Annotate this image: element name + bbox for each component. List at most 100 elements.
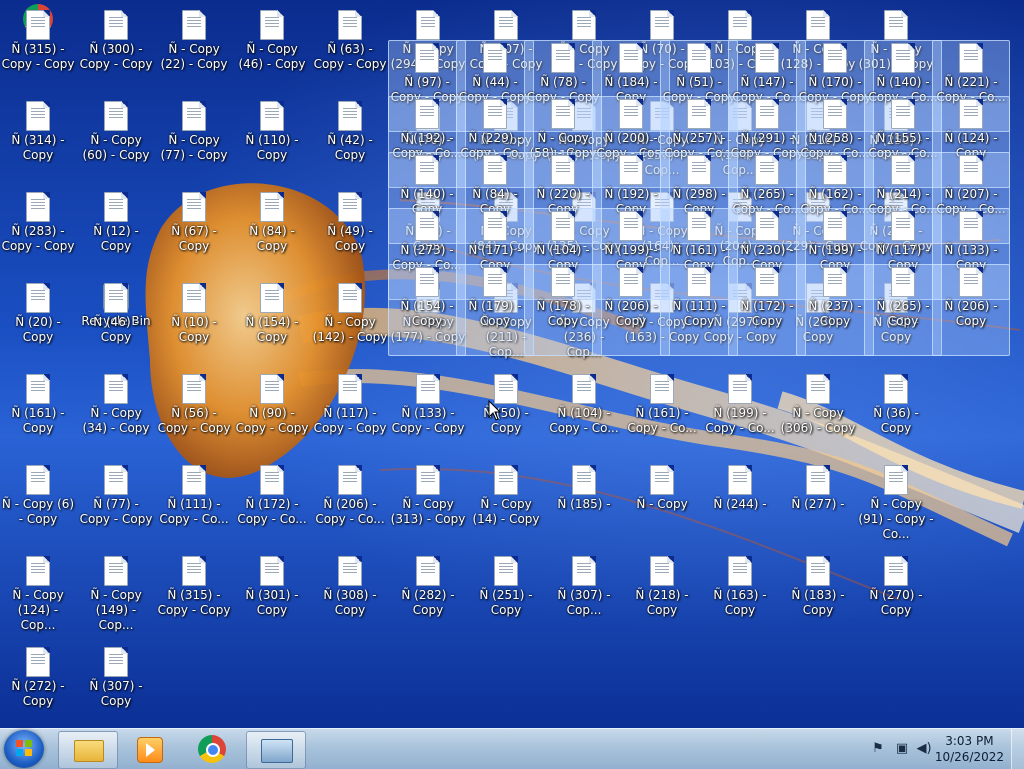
file-icon[interactable]: Ñ (42) - Copy [312, 99, 388, 189]
file-icon[interactable]: Ñ (301) - Copy [234, 554, 310, 644]
file-icon[interactable]: Ñ (56) - Copy - Copy [156, 372, 232, 462]
file-icon[interactable]: Ñ (199) - Copy - Co... [702, 372, 778, 462]
text-file-icon [104, 647, 128, 677]
file-icon[interactable]: Ñ (154) - Copy [234, 281, 310, 371]
file-icon[interactable]: Ñ (308) - Copy [312, 554, 388, 644]
file-icon[interactable]: Ñ (154) - Copy [388, 264, 466, 356]
file-icon[interactable]: Ñ (218) - Copy [624, 554, 700, 644]
file-icon[interactable]: Ñ (315) - Copy - Copy [156, 554, 232, 644]
file-icon[interactable]: Ñ (36) - Copy [858, 372, 934, 462]
taskbar: ⚑ ▣ ◀) 3:03 PM 10/26/2022 [0, 728, 1024, 769]
file-icon[interactable]: Ñ (104) - Copy - Co... [546, 372, 622, 462]
file-icon[interactable]: Ñ - Copy (22) - Copy [156, 8, 232, 98]
file-icon[interactable]: Ñ (300) - Copy - Copy [78, 8, 154, 98]
file-icon[interactable]: Ñ (179) - Copy [456, 264, 534, 356]
file-icon[interactable]: Ñ (270) - Copy [858, 554, 934, 644]
file-icon[interactable]: Ñ (277) - [780, 463, 856, 553]
file-icon[interactable]: Ñ (163) - Copy [702, 554, 778, 644]
file-label: Ñ (133) - Copy - Copy [391, 406, 465, 435]
file-icon[interactable]: Ñ (111) - Copy - Co... [156, 463, 232, 553]
file-icon[interactable]: Ñ (77) - Copy - Copy [78, 463, 154, 553]
file-icon[interactable]: Ñ (206) - Copy [932, 264, 1010, 356]
text-file-icon [891, 43, 915, 73]
file-icon[interactable]: Ñ (315) - Copy - Copy [0, 8, 76, 98]
file-icon[interactable]: Ñ (10) - Copy [156, 281, 232, 371]
network-icon[interactable]: ▣ [894, 741, 910, 757]
file-icon[interactable]: Ñ (185) - [546, 463, 622, 553]
file-label: Ñ (206) - Copy - Co... [315, 497, 385, 526]
file-icon[interactable]: Ñ - Copy (149) - Cop... [78, 554, 154, 644]
file-icon[interactable]: Ñ - Copy (306) - Copy [780, 372, 856, 462]
file-icon[interactable]: Ñ (282) - Copy [390, 554, 466, 644]
text-file-icon [338, 283, 362, 313]
file-icon[interactable]: Ñ (49) - Copy [312, 190, 388, 280]
file-icon[interactable]: Ñ - Copy (6) - Copy [0, 463, 76, 553]
file-icon[interactable]: Ñ - Copy (77) - Copy [156, 99, 232, 189]
file-icon[interactable]: Ñ (46) - Copy [78, 281, 154, 371]
action-center-icon[interactable]: ⚑ [870, 741, 886, 757]
file-icon[interactable]: Ñ (110) - Copy [234, 99, 310, 189]
file-icon[interactable]: Ñ (283) - Copy - Copy [0, 190, 76, 280]
file-icon[interactable]: Ñ - Copy (124) - Cop... [0, 554, 76, 644]
file-icon[interactable]: Ñ (314) - Copy [0, 99, 76, 189]
file-icon[interactable]: Ñ (172) - Copy [728, 264, 806, 356]
file-icon[interactable]: Ñ (183) - Copy [780, 554, 856, 644]
taskbar-chrome-button[interactable] [182, 731, 240, 767]
file-icon[interactable]: Ñ (307) - Cop... [546, 554, 622, 644]
file-icon[interactable]: Ñ - Copy (34) - Copy [78, 372, 154, 462]
file-icon[interactable]: Ñ (172) - Copy - Co... [234, 463, 310, 553]
text-file-icon [551, 211, 575, 241]
file-icon[interactable]: Ñ (206) - Copy - Co... [312, 463, 388, 553]
file-icon[interactable]: Ñ (12) - Copy [78, 190, 154, 280]
file-icon[interactable]: Ñ - Copy [624, 463, 700, 553]
file-icon[interactable]: Ñ (90) - Copy - Copy [234, 372, 310, 462]
file-icon[interactable]: Ñ - Copy (313) - Copy [390, 463, 466, 553]
file-label: Ñ (206) - Copy [944, 299, 998, 328]
text-file-icon [728, 465, 752, 495]
file-label: Ñ (77) - Copy - Copy [79, 497, 153, 526]
file-label: Ñ (161) - Copy - Co... [627, 406, 697, 435]
file-icon[interactable]: Ñ (251) - Copy [468, 554, 544, 644]
file-label: Ñ (185) - [557, 497, 611, 511]
file-icon[interactable]: Ñ - Copy (91) - Copy - Co... [858, 463, 934, 553]
desktop[interactable]: Recycle Bin Ñ (315) - Copy - Copy Ñ (300)… [0, 0, 1024, 728]
file-icon[interactable]: Ñ (20) - Copy [0, 281, 76, 371]
file-icon[interactable]: Ñ (244) - [702, 463, 778, 553]
file-icon[interactable]: Ñ (117) - Copy - Copy [312, 372, 388, 462]
text-file-icon [260, 101, 284, 131]
clock[interactable]: 3:03 PM 10/26/2022 [935, 733, 1004, 765]
show-desktop-button[interactable] [1011, 729, 1024, 769]
file-label: Ñ (301) - Copy [245, 588, 299, 617]
volume-icon[interactable]: ◀) [916, 741, 932, 757]
file-icon[interactable]: Ñ (84) - Copy [234, 190, 310, 280]
file-label: Ñ (308) - Copy [323, 588, 377, 617]
text-file-icon [182, 374, 206, 404]
file-icon[interactable]: Ñ (63) - Copy - Copy [312, 8, 388, 98]
file-label: Ñ (56) - Copy - Copy [157, 406, 231, 435]
file-label: Ñ (111) - Copy [672, 299, 726, 328]
file-icon[interactable]: Ñ (50) - Copy [468, 372, 544, 462]
file-icon[interactable]: Ñ - Copy (14) - Copy [468, 463, 544, 553]
file-icon[interactable]: Ñ - Copy (46) - Copy [234, 8, 310, 98]
file-icon[interactable]: Ñ (265) - Copy [864, 264, 942, 356]
taskbar-media-player-button[interactable] [120, 731, 178, 767]
file-icon[interactable]: Ñ (307) - Copy [78, 645, 154, 728]
windows-logo-icon [16, 740, 32, 756]
file-icon[interactable]: Ñ (206) - Copy [592, 264, 670, 356]
taskbar-windows-explorer-button[interactable] [58, 731, 118, 769]
file-icon[interactable]: Ñ (272) - Copy [0, 645, 76, 728]
file-icon[interactable]: Ñ (178) - Copy [524, 264, 602, 356]
file-icon[interactable]: Ñ - Copy (142) - Copy [312, 281, 388, 371]
file-icon[interactable]: Ñ (161) - Copy [0, 372, 76, 462]
text-file-icon [26, 465, 50, 495]
file-icon[interactable]: Ñ - Copy (60) - Copy [78, 99, 154, 189]
file-icon[interactable]: Ñ (161) - Copy - Co... [624, 372, 700, 462]
file-label: Ñ (282) - Copy [401, 588, 455, 617]
file-icon[interactable]: Ñ (111) - Copy [660, 264, 738, 356]
file-icon[interactable]: Ñ (67) - Copy [156, 190, 232, 280]
text-file-icon [104, 465, 128, 495]
file-icon[interactable]: Ñ (133) - Copy - Copy [390, 372, 466, 462]
start-button[interactable] [4, 730, 44, 768]
file-icon[interactable]: Ñ (237) - Copy [796, 264, 874, 356]
taskbar-remote-desktop-button[interactable] [246, 731, 306, 769]
